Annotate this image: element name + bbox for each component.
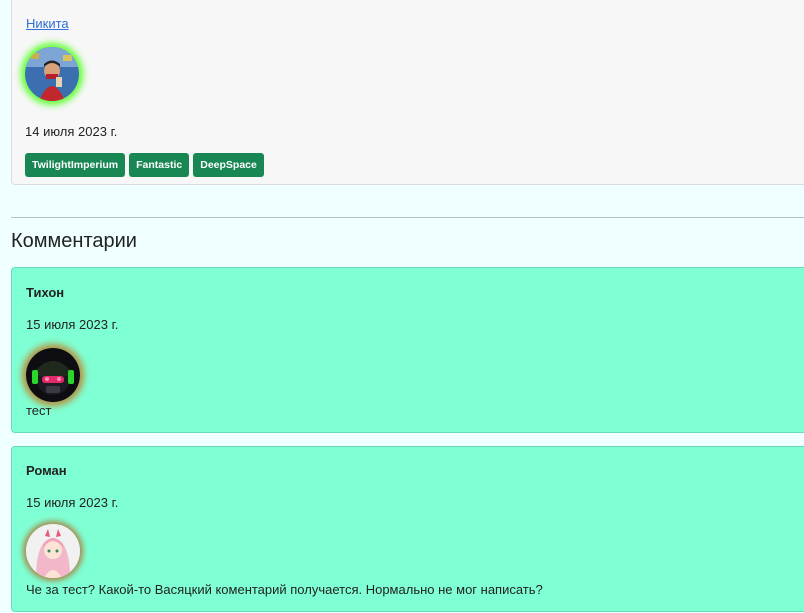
comment-author-avatar[interactable] (26, 348, 80, 402)
comment-text: тест (26, 403, 52, 418)
comment-author: Роман (26, 463, 67, 478)
post-author-link[interactable]: Никита (26, 16, 69, 31)
post-date: 14 июля 2023 г. (25, 124, 118, 139)
tag-fantastic[interactable]: Fantastic (129, 153, 190, 177)
section-divider (11, 217, 804, 218)
comments-heading: Комментарии (11, 230, 137, 252)
comment-date: 15 июля 2023 г. (26, 495, 119, 510)
post-author-avatar[interactable] (25, 47, 79, 101)
comment-author: Тихон (26, 285, 65, 300)
post-card: Никита 14 июля 2023 г. TwilightImperium … (11, 0, 804, 185)
tag-deepspace[interactable]: DeepSpace (193, 153, 264, 177)
comment-card: Тихон 15 июля 2023 г. тест (11, 267, 804, 433)
comment-card: Роман 15 июля 2023 г. Че за тест? Какой-… (11, 446, 804, 612)
comment-author-avatar[interactable] (26, 524, 80, 578)
comment-text: Че за тест? Какой-то Васяцкий коментарий… (26, 582, 543, 597)
post-tags: TwilightImperium Fantastic DeepSpace (25, 153, 264, 177)
comment-date: 15 июля 2023 г. (26, 317, 119, 332)
tag-twilightimperium[interactable]: TwilightImperium (25, 153, 126, 177)
